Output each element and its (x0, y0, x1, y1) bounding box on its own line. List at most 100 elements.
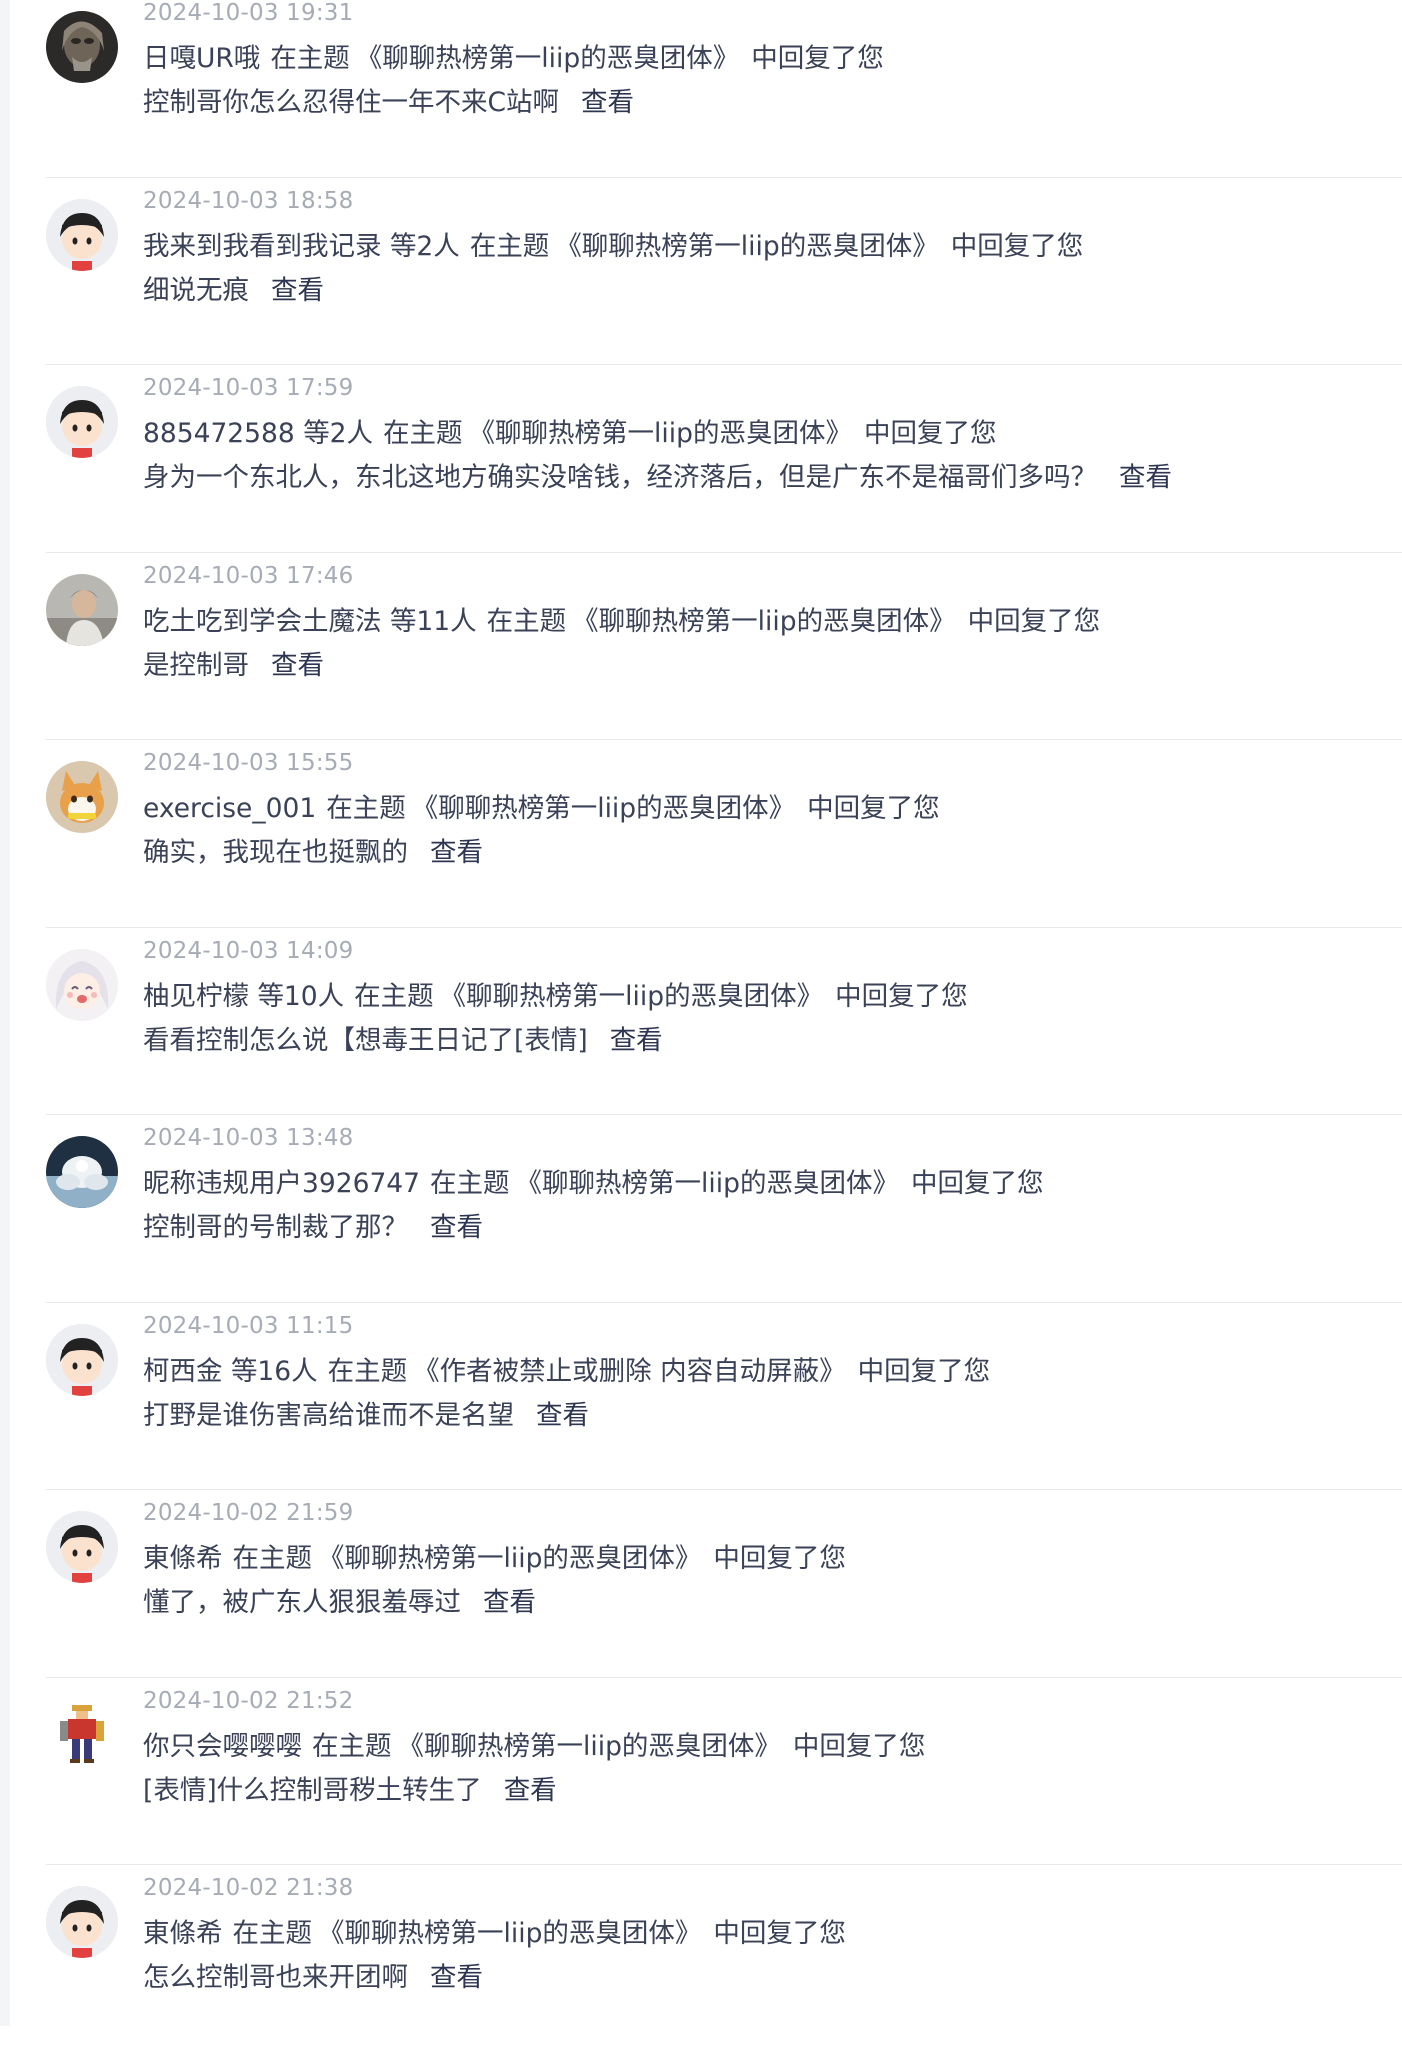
view-link[interactable]: 查看 (504, 1775, 557, 1806)
view-link[interactable]: 查看 (581, 87, 634, 118)
view-link[interactable]: 查看 (430, 1212, 483, 1243)
user-name-link[interactable]: 昵称违规用户3926747 (143, 1168, 420, 1199)
user-name-link[interactable]: 東條希 (143, 1918, 223, 1949)
notification-summary: 吃土吃到学会土魔法 等11人 在主题 《聊聊热榜第一liip的恶臭团体》 中回复了您 (143, 599, 1100, 638)
notification-item: 2024-10-02 21:52 你只会嘤嘤嘤 在主题 《聊聊热榜第一liip的恶臭… (0, 1678, 1402, 1865)
replied-label: 中回复了您 (857, 1355, 991, 1387)
topic-title-link[interactable]: 《聊聊热榜第一liip的恶臭团体》 (398, 1731, 781, 1762)
in-topic-label: 在主题 (270, 43, 350, 74)
reply-content: 身为一个东北人，东北这地方确实没啥钱，经济落后，但是广东不是福哥们多吗？ (143, 462, 1097, 493)
notification-item: 2024-10-03 17:46 吃土吃到学会土魔法 等11人 在主题 《聊聊热榜第… (0, 553, 1402, 740)
in-topic-label: 在主题 (383, 418, 463, 449)
user-name-link[interactable]: 你只会嘤嘤嘤 (143, 1731, 302, 1762)
in-topic-label: 在主题 (486, 605, 567, 637)
notification-item: 2024-10-02 21:59 東條希 在主题 《聊聊热榜第一liip的恶臭团体》… (0, 1490, 1402, 1678)
user-name-link[interactable]: 日嘎UR哦 (143, 43, 260, 74)
notification-summary: 東條希 在主题 《聊聊热榜第一liip的恶臭团体》 中回复了您 (143, 1536, 846, 1575)
in-topic-label: 在主题 (430, 1168, 510, 1199)
reply-content: 细说无痕 (143, 274, 249, 306)
in-topic-label: 在主题 (327, 1355, 408, 1387)
user-avatar[interactable] (46, 1323, 118, 1396)
topic-title-link[interactable]: 《聊聊热榜第一liip的恶臭团体》 (469, 418, 852, 449)
view-link[interactable]: 查看 (430, 1962, 483, 1993)
in-topic-label: 在主题 (232, 1543, 313, 1574)
replied-label: 中回复了您 (950, 230, 1084, 262)
topic-title-link[interactable]: 《聊聊热榜第一liip的恶臭团体》 (318, 1918, 701, 1949)
reply-content-row: 是控制哥 查看 (143, 643, 324, 682)
topic-title-link[interactable]: 《作者被禁止或删除 内容自动屏蔽》 (413, 1356, 845, 1387)
in-topic-label: 在主题 (469, 230, 550, 262)
notification-summary: 昵称违规用户3926747 在主题 《聊聊热榜第一liip的恶臭团体》 中回复了您 (143, 1161, 1043, 1200)
notification-item: 2024-10-03 18:58 我来到我看到我记录 等2人 在主题 《聊聊热榜第一… (0, 178, 1402, 365)
view-link[interactable]: 查看 (271, 275, 324, 306)
replied-label: 中回复了您 (792, 1730, 926, 1762)
reply-notification-list: 2024-10-03 19:31 日嘎UR哦 在主题 《聊聊热榜第一liip的恶臭团… (0, 0, 1402, 2053)
user-avatar[interactable] (46, 1511, 118, 1583)
reply-content: 是控制哥 (143, 649, 249, 681)
user-avatar[interactable] (46, 1136, 118, 1208)
view-link[interactable]: 查看 (271, 650, 324, 681)
reply-content: 怎么控制哥也来开团啊 (143, 1962, 408, 1993)
user-name-link[interactable]: 柯西金 (143, 1356, 223, 1387)
replied-label: 中回复了您 (967, 605, 1101, 637)
topic-title-link[interactable]: 《聊聊热榜第一liip的恶臭团体》 (516, 1168, 899, 1199)
view-link[interactable]: 查看 (536, 1400, 589, 1431)
user-avatar[interactable] (46, 11, 118, 83)
view-link[interactable]: 查看 (610, 1025, 663, 1056)
timestamp: 2024-10-02 21:52 (143, 1687, 354, 1714)
reply-content-row: 打野是谁伤害高给谁而不是名望 查看 (143, 1393, 589, 1432)
topic-title-link[interactable]: 《聊聊热榜第一liip的恶臭团体》 (440, 981, 823, 1012)
notification-item: 2024-10-03 15:55 exercise_001 在主题 《聊聊热榜第一l… (0, 740, 1402, 928)
timestamp: 2024-10-03 17:46 (143, 562, 354, 589)
user-avatar[interactable] (46, 1886, 118, 1958)
replied-label: 中回复了您 (807, 793, 940, 824)
user-name-link[interactable]: 東條希 (143, 1543, 223, 1574)
replied-label: 中回复了您 (713, 1918, 846, 1949)
user-name-link[interactable]: 885472588 (143, 418, 295, 449)
view-link[interactable]: 查看 (430, 837, 483, 868)
others-count: 等10人 (257, 980, 345, 1012)
view-link[interactable]: 查看 (1119, 462, 1172, 493)
user-avatar[interactable] (46, 761, 118, 833)
timestamp: 2024-10-03 11:15 (143, 1312, 354, 1339)
notification-summary: 你只会嘤嘤嘤 在主题 《聊聊热榜第一liip的恶臭团体》 中回复了您 (143, 1724, 925, 1763)
topic-title-link[interactable]: 《聊聊热榜第一liip的恶臭团体》 (555, 231, 938, 262)
others-count: 等2人 (389, 230, 460, 262)
timestamp: 2024-10-02 21:59 (143, 1500, 354, 1526)
reply-content: 打野是谁伤害高给谁而不是名望 (143, 1399, 514, 1431)
user-avatar[interactable] (46, 948, 118, 1021)
topic-title-link[interactable]: 《聊聊热榜第一liip的恶臭团体》 (412, 793, 795, 824)
in-topic-label: 在主题 (232, 1918, 313, 1949)
user-name-link[interactable]: 柚见柠檬 (143, 981, 249, 1012)
others-count: 等2人 (303, 418, 374, 449)
notification-summary: exercise_001 在主题 《聊聊热榜第一liip的恶臭团体》 中回复了您 (143, 786, 940, 825)
timestamp: 2024-10-03 15:55 (143, 750, 354, 776)
user-avatar[interactable] (46, 1698, 118, 1771)
reply-content: [表情]什么控制哥秽土转生了 (143, 1774, 482, 1806)
view-link[interactable]: 查看 (483, 1587, 536, 1618)
reply-content: 确实，我现在也挺飘的 (143, 837, 408, 868)
notification-summary: 我来到我看到我记录 等2人 在主题 《聊聊热榜第一liip的恶臭团体》 中回复了您 (143, 224, 1083, 263)
reply-content: 控制哥你怎么忍得住一年不来C站啊 (143, 87, 560, 118)
reply-content-row: 细说无痕 查看 (143, 268, 324, 307)
topic-title-link[interactable]: 《聊聊热榜第一liip的恶臭团体》 (318, 1543, 701, 1574)
user-name-link[interactable]: 吃土吃到学会土魔法 (143, 606, 382, 637)
user-name-link[interactable]: exercise_001 (143, 793, 316, 824)
notification-summary: 柚见柠檬 等10人 在主题 《聊聊热榜第一liip的恶臭团体》 中回复了您 (143, 974, 968, 1013)
replied-label: 中回复了您 (751, 43, 884, 74)
notification-summary: 885472588 等2人 在主题 《聊聊热榜第一liip的恶臭团体》 中回复了您 (143, 411, 996, 450)
user-name-link[interactable]: 我来到我看到我记录 (143, 231, 382, 262)
user-avatar[interactable] (46, 198, 118, 271)
photo-avatar-icon (46, 573, 118, 646)
topic-title-link[interactable]: 《聊聊热榜第一liip的恶臭团体》 (572, 606, 955, 637)
user-avatar[interactable] (46, 573, 118, 646)
default-avatar-icon (46, 386, 118, 458)
reply-content-row: 控制哥你怎么忍得住一年不来C站啊 查看 (143, 80, 634, 119)
topic-title-link[interactable]: 《聊聊热榜第一liip的恶臭团体》 (356, 43, 739, 74)
notification-item: 2024-10-03 14:09 柚见柠檬 等10人 在主题 《聊聊热榜第一liip… (0, 928, 1402, 1115)
reply-content: 控制哥的号制裁了那？ (143, 1212, 408, 1243)
others-count: 等16人 (230, 1355, 318, 1387)
reply-content-row: 确实，我现在也挺飘的 查看 (143, 830, 483, 869)
user-avatar[interactable] (46, 386, 118, 458)
reply-content-row: 看看控制怎么说【想毒王日记了[表情] 查看 (143, 1018, 663, 1057)
